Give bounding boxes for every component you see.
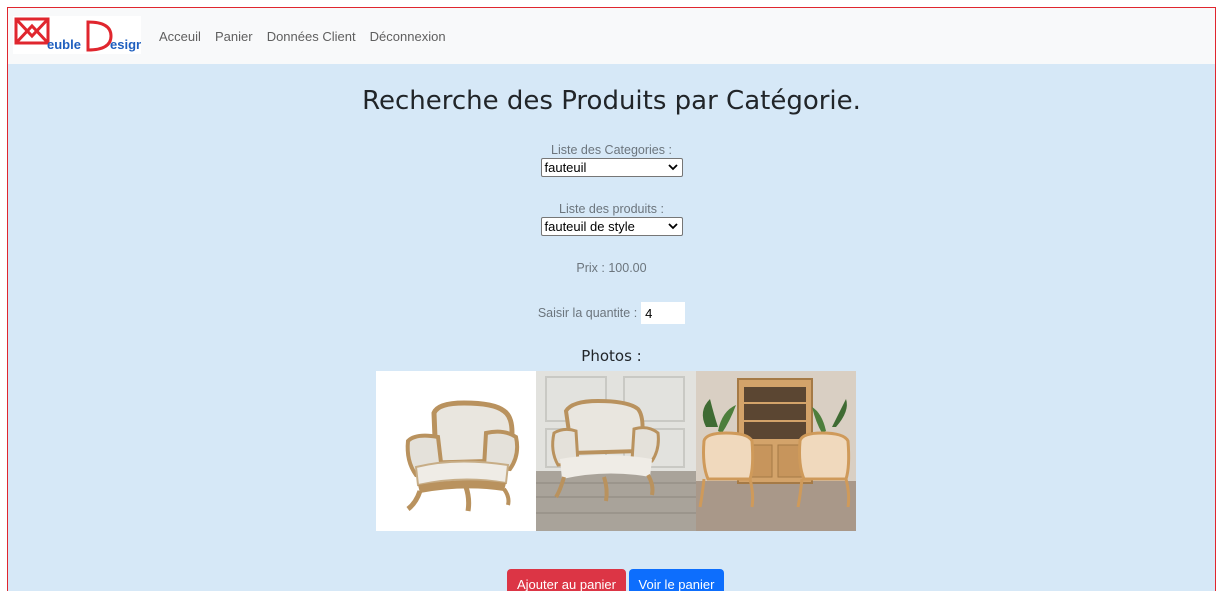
nav-link-deconnexion[interactable]: Déconnexion: [370, 29, 446, 44]
quantity-group: Saisir la quantite :: [8, 302, 1215, 324]
navbar: euble esign Acceuil Panier Données Clien…: [8, 8, 1215, 64]
logo-text-second: esign: [110, 37, 141, 52]
category-group: Liste des Categories : fauteuil: [8, 143, 1215, 182]
chevron-down-icon: [667, 164, 678, 171]
main-content: Recherche des Produits par Catégorie. Li…: [8, 64, 1215, 591]
nav-links: Acceuil Panier Données Client Déconnexio…: [159, 26, 455, 45]
photos-header: Photos :: [8, 347, 1215, 365]
nav-link-donnees-client[interactable]: Données Client: [267, 29, 356, 44]
quantity-input[interactable]: [641, 302, 686, 324]
logo-graphic: euble esign: [14, 17, 144, 52]
product-group: Liste des produits : fauteuil de style: [8, 202, 1215, 241]
product-photo-3[interactable]: [696, 371, 856, 531]
armchair-room-photo-icon: [536, 371, 696, 531]
view-cart-button[interactable]: Voir le panier: [629, 569, 724, 591]
category-select[interactable]: fauteuil: [540, 158, 683, 177]
armchair-photo-icon: [405, 400, 520, 512]
category-select-value: fauteuil: [544, 160, 587, 175]
logo-text-main: euble: [47, 37, 81, 52]
product-label: Liste des produits :: [559, 202, 664, 216]
category-label: Liste des Categories :: [551, 143, 672, 157]
quantity-label: Saisir la quantite :: [537, 306, 638, 320]
page-title: Recherche des Produits par Catégorie.: [362, 86, 861, 116]
product-photo-2[interactable]: [536, 371, 696, 531]
price-group: Prix : 100.00: [8, 261, 1215, 275]
armchairs-cabinet-photo-icon: [696, 371, 856, 531]
photos-title: Photos :: [581, 347, 642, 365]
app-frame: euble esign Acceuil Panier Données Clien…: [7, 7, 1216, 591]
price-text: Prix : 100.00: [576, 261, 647, 275]
nav-link-panier[interactable]: Panier: [215, 29, 253, 44]
product-photo-1[interactable]: [376, 371, 536, 531]
logo[interactable]: euble esign: [13, 16, 144, 54]
chevron-down-icon: [667, 223, 678, 230]
product-select[interactable]: fauteuil de style: [540, 217, 683, 236]
add-to-cart-button[interactable]: Ajouter au panier: [507, 569, 626, 591]
nav-link-acceuil[interactable]: Acceuil: [159, 29, 201, 44]
product-select-value: fauteuil de style: [544, 219, 635, 234]
